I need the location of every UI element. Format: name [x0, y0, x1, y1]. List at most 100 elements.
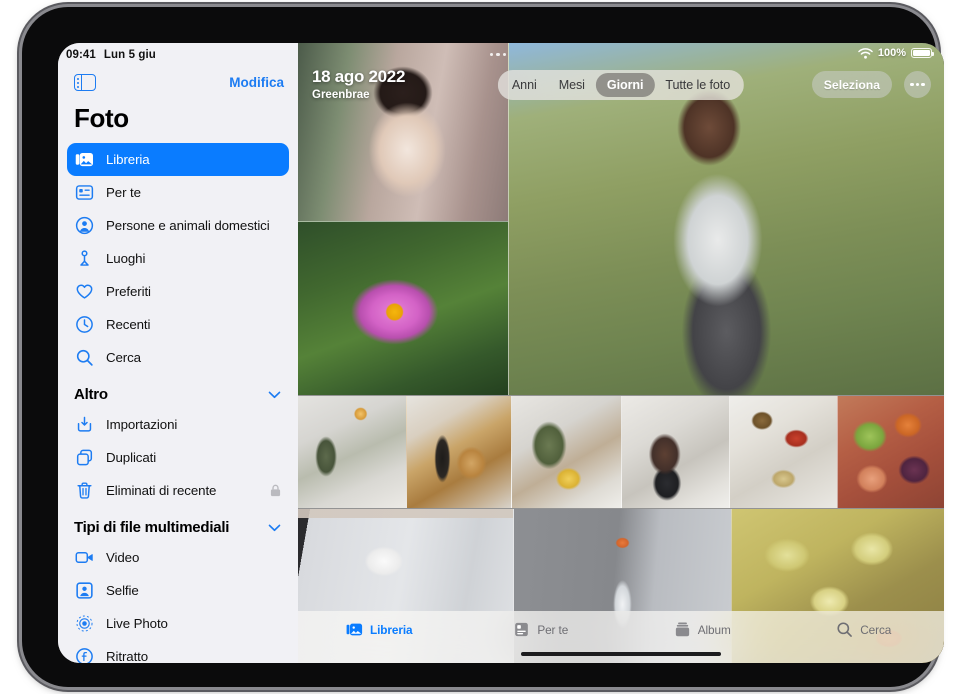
sidebar-item-label: Ritratto [106, 649, 148, 663]
portrait-icon [74, 646, 95, 663]
sidebar-item-label: Duplicati [106, 450, 156, 465]
sidebar-item-live-photo[interactable]: Live Photo [67, 607, 289, 640]
for-you-icon [512, 620, 531, 639]
tab-per-te[interactable]: Per te [460, 620, 622, 639]
sidebar-item-video[interactable]: Video [67, 541, 289, 574]
status-bar-overlay: 100% [858, 47, 932, 59]
tab-cerca[interactable]: Cerca [783, 620, 945, 639]
overlay-date: 18 ago 2022 [312, 67, 405, 87]
tab-label: Album [698, 623, 731, 637]
sidebar-item-cerca[interactable]: Cerca [67, 341, 289, 374]
sidebar-item-selfie[interactable]: Selfie [67, 574, 289, 607]
sidebar-section-altro-list: Importazioni Duplicati Eliminati di rece… [58, 408, 298, 507]
photo-date-overlay: 18 ago 2022 Greenbrae [312, 67, 405, 101]
albums-icon [673, 620, 692, 639]
sidebar-item-per-te[interactable]: Per te [67, 176, 289, 209]
tab-label: Cerca [860, 623, 891, 637]
chevron-down-icon[interactable] [268, 524, 281, 532]
tab-album[interactable]: Album [621, 620, 783, 639]
trash-icon [74, 480, 95, 501]
import-icon [74, 414, 95, 435]
photo-thumbnail[interactable] [621, 396, 729, 508]
sidebar-main-list: Libreria Per te Persone e animali domest… [58, 143, 298, 374]
sidebar-section-header-tipi-file[interactable]: Tipi di file multimediali [58, 507, 298, 541]
sidebar-item-label: Libreria [106, 152, 150, 167]
more-dots-icon[interactable] [490, 53, 506, 56]
sidebar-item-label: Recenti [106, 317, 150, 332]
segment-mesi[interactable]: Mesi [548, 73, 596, 97]
sidebar-item-preferiti[interactable]: Preferiti [67, 275, 289, 308]
sidebar-section-tipi-file-list: Video Selfie Live Photo [58, 541, 298, 663]
people-pets-icon [74, 215, 95, 236]
sidebar-item-label: Eliminati di recente [106, 483, 216, 498]
sidebar-item-eliminati-di-recente[interactable]: Eliminati di recente [67, 474, 289, 507]
photo-row: 100% 18 ago 2022 Greenbrae Anni Mesi Gio… [298, 43, 944, 395]
photo-grid-area: 100% 18 ago 2022 Greenbrae Anni Mesi Gio… [298, 43, 944, 663]
photo-thumbnail[interactable] [298, 396, 406, 508]
sidebar-item-recenti[interactable]: Recenti [67, 308, 289, 341]
device-frame: 09:41 Lun 5 giu Modifica Foto Libreria [22, 7, 936, 687]
sidebar-item-label: Importazioni [106, 417, 177, 432]
wifi-icon [858, 48, 873, 59]
tab-libreria[interactable]: Libreria [298, 620, 460, 639]
for-you-icon [74, 182, 95, 203]
segment-tutte-le-foto[interactable]: Tutte le foto [654, 73, 741, 97]
sidebar-item-label: Cerca [106, 350, 141, 365]
section-title: Tipi di file multimediali [74, 519, 229, 536]
sidebar-item-label: Preferiti [106, 284, 151, 299]
library-icon [74, 149, 95, 170]
battery-icon [911, 48, 932, 59]
sidebar-item-label: Luoghi [106, 251, 145, 266]
sidebar-item-label: Live Photo [106, 616, 168, 631]
duplicates-icon [74, 447, 95, 468]
clock-icon [74, 314, 95, 335]
lock-icon [270, 484, 281, 497]
tab-label: Per te [537, 623, 568, 637]
sidebar-toggle-icon[interactable] [74, 74, 96, 91]
sidebar-top-row: Modifica [58, 65, 298, 99]
segment-giorni[interactable]: Giorni [596, 73, 654, 97]
segment-anni[interactable]: Anni [501, 73, 548, 97]
overlay-place: Greenbrae [312, 89, 405, 101]
places-pin-icon [74, 248, 95, 269]
library-icon [345, 620, 364, 639]
sidebar-item-duplicati[interactable]: Duplicati [67, 441, 289, 474]
live-photo-icon [74, 613, 95, 634]
chevron-down-icon[interactable] [268, 391, 281, 399]
battery-percent: 100% [878, 47, 906, 59]
heart-icon [74, 281, 95, 302]
status-bar: 09:41 Lun 5 giu [58, 43, 298, 65]
photo-thumbnail[interactable] [406, 396, 511, 508]
search-icon [835, 620, 854, 639]
edit-button[interactable]: Modifica [229, 75, 284, 90]
sidebar-item-libreria[interactable]: Libreria [67, 143, 289, 176]
sidebar-item-ritratto[interactable]: Ritratto [67, 640, 289, 663]
section-title: Altro [74, 386, 108, 403]
sidebar-item-label: Persone e animali domestici [106, 218, 270, 233]
segmented-control[interactable]: Anni Mesi Giorni Tutte le foto [498, 70, 744, 100]
tab-bar: Libreria Per te Album [298, 611, 944, 663]
photo-thumbnail[interactable] [511, 396, 621, 508]
tab-label: Libreria [370, 623, 412, 637]
sidebar-item-luoghi[interactable]: Luoghi [67, 242, 289, 275]
photo-thumbnail[interactable] [837, 396, 944, 508]
photo-row [298, 395, 944, 508]
status-date: Lun 5 giu [104, 49, 156, 61]
sidebar-item-label: Video [106, 550, 139, 565]
page-title: Foto [58, 99, 298, 143]
more-circle-icon[interactable] [904, 71, 931, 98]
sidebar-item-importazioni[interactable]: Importazioni [67, 408, 289, 441]
status-time: 09:41 [66, 49, 96, 61]
search-icon [74, 347, 95, 368]
sidebar-item-label: Selfie [106, 583, 139, 598]
sidebar: 09:41 Lun 5 giu Modifica Foto Libreria [58, 43, 298, 663]
select-button[interactable]: Seleziona [812, 71, 892, 98]
selfie-icon [74, 580, 95, 601]
screen: 09:41 Lun 5 giu Modifica Foto Libreria [58, 43, 944, 663]
photo-thumbnail[interactable] [298, 221, 508, 395]
photo-thumbnail[interactable] [729, 396, 837, 508]
video-icon [74, 547, 95, 568]
home-indicator [521, 652, 721, 657]
sidebar-item-persone-animali[interactable]: Persone e animali domestici [67, 209, 289, 242]
sidebar-section-header-altro[interactable]: Altro [58, 374, 298, 408]
